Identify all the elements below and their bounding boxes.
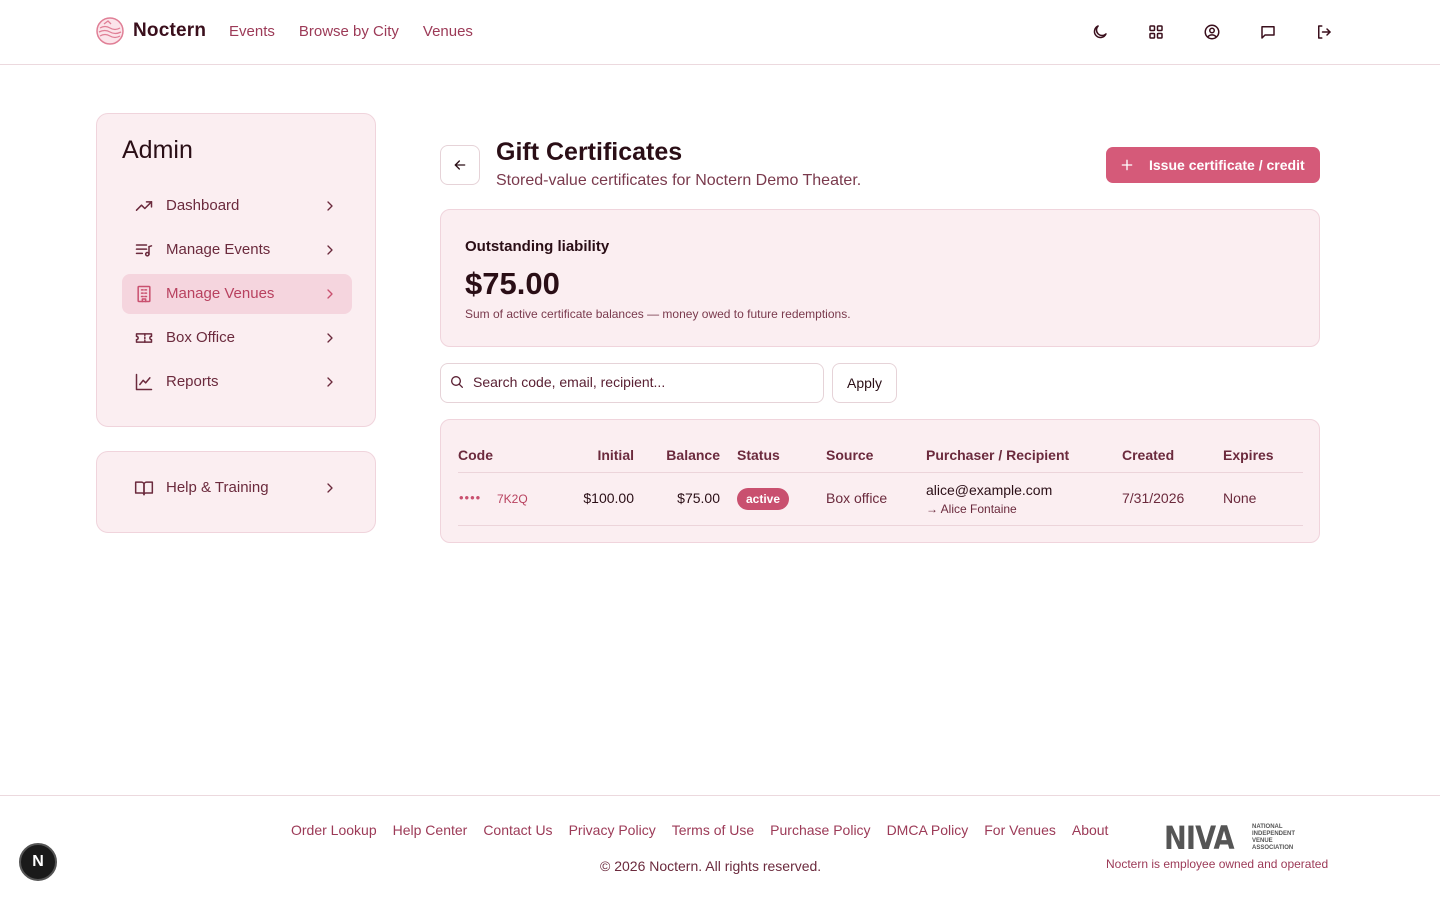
ticket-icon <box>134 328 154 348</box>
user-circle-icon[interactable] <box>1200 20 1224 44</box>
chevron-right-icon <box>322 198 338 214</box>
footer-link-purchase-policy[interactable]: Purchase Policy <box>770 822 870 838</box>
footer-link-about[interactable]: About <box>1072 822 1109 838</box>
chevron-right-icon <box>322 480 338 496</box>
building-icon <box>134 284 154 304</box>
footer-link-dmca-policy[interactable]: DMCA Policy <box>887 822 969 838</box>
main-nav: Events Browse by City Venues <box>229 23 473 40</box>
admin-sidebar: Admin Dashboard Manage Events Manage Ven… <box>96 113 376 427</box>
sidebar-item-label: Manage Venues <box>166 285 275 302</box>
brand-link[interactable]: Noctern <box>96 17 206 45</box>
header-divider <box>458 472 1303 473</box>
expires-value: None <box>1223 490 1257 506</box>
copyright: © 2026 Noctern. All rights reserved. <box>600 858 822 874</box>
sidebar-item-reports[interactable]: Reports <box>122 362 352 402</box>
page-subtitle: Stored-value certificates for Noctern De… <box>496 172 862 189</box>
source-value: Box office <box>826 490 888 506</box>
certificates-table: Code Initial Balance Status Source Purch… <box>440 419 1320 543</box>
brand-name: Noctern <box>133 20 207 41</box>
footer-link-privacy-policy[interactable]: Privacy Policy <box>569 822 656 838</box>
chevron-right-icon <box>322 242 338 258</box>
footer-link-help-center[interactable]: Help Center <box>393 822 468 838</box>
column-header-code: Code <box>458 447 493 463</box>
niva-fullname: NATIONAL INDEPENDENT VENUE ASSOCIATION <box>1252 824 1296 851</box>
nav-browse-by-city[interactable]: Browse by City <box>299 23 399 40</box>
sidebar-item-label: Reports <box>166 373 219 390</box>
sidebar-title: Admin <box>122 136 193 164</box>
column-header-status: Status <box>737 447 780 463</box>
employee-owned-tagline: Noctern is employee owned and operated <box>1106 857 1329 871</box>
niva-wordmark: NIVA <box>1164 819 1235 857</box>
page-title: Gift Certificates <box>496 138 683 166</box>
balance-value: $75.00 <box>677 490 720 506</box>
liability-label: Outstanding liability <box>465 238 610 255</box>
trending-up-icon <box>134 196 154 216</box>
book-icon <box>134 478 154 498</box>
sidebar-item-label: Help & Training <box>166 479 269 496</box>
chevron-right-icon <box>322 330 338 346</box>
footer-links: Order Lookup Help Center Contact Us Priv… <box>291 822 1108 838</box>
column-header-initial: Initial <box>597 447 634 463</box>
sidebar-item-label: Box Office <box>166 329 235 346</box>
top-navbar: Noctern Events Browse by City Venues <box>0 0 1440 65</box>
footer-link-for-venues[interactable]: For Venues <box>984 822 1056 838</box>
search-input[interactable] <box>473 374 813 390</box>
created-date: 7/31/2026 <box>1122 490 1185 506</box>
plus-icon <box>1119 157 1135 173</box>
sidebar-item-box-office[interactable]: Box Office <box>122 318 352 358</box>
list-music-icon <box>134 240 154 260</box>
sidebar-item-dashboard[interactable]: Dashboard <box>122 186 352 226</box>
apply-button[interactable]: Apply <box>832 363 897 403</box>
sidebar-item-manage-events[interactable]: Manage Events <box>122 230 352 270</box>
footer-link-terms-of-use[interactable]: Terms of Use <box>672 822 754 838</box>
help-sidebar: Help & Training <box>96 451 376 533</box>
liability-note: Sum of active certificate balances — mon… <box>465 307 851 321</box>
brand-logo-icon <box>96 17 124 45</box>
footer: Order Lookup Help Center Contact Us Priv… <box>0 795 1440 900</box>
liability-amount: $75.00 <box>465 266 560 301</box>
sidebar-item-help-training[interactable]: Help & Training <box>122 468 352 508</box>
nav-venues[interactable]: Venues <box>423 23 473 40</box>
logout-icon[interactable] <box>1312 20 1336 44</box>
masked-code: •••• <box>459 490 482 505</box>
chevron-right-icon <box>322 374 338 390</box>
footer-link-contact-us[interactable]: Contact Us <box>483 822 552 838</box>
grid-icon[interactable] <box>1144 20 1168 44</box>
header-actions <box>1088 20 1336 44</box>
column-header-balance: Balance <box>666 447 720 463</box>
arrow-left-icon <box>454 160 466 170</box>
search-icon <box>449 374 467 392</box>
column-header-created: Created <box>1122 447 1175 463</box>
back-button[interactable] <box>440 145 480 185</box>
line-chart-icon <box>134 372 154 392</box>
issue-certificate-button[interactable]: Issue certificate / credit <box>1106 147 1320 183</box>
column-header-purchaser-recipient: Purchaser / Recipient <box>926 447 1070 463</box>
dev-tools-badge[interactable]: N <box>19 843 57 881</box>
code-suffix[interactable]: 7K2Q <box>497 492 528 506</box>
recipient-name: → Alice Fontaine <box>926 502 1017 516</box>
initial-value: $100.00 <box>583 490 634 506</box>
search-field <box>440 363 824 403</box>
niva-logo[interactable]: NIVA NATIONAL INDEPENDENT VENUE ASSOCIAT… <box>1164 822 1300 854</box>
sidebar-item-label: Manage Events <box>166 241 271 258</box>
status-badge: active <box>737 488 790 510</box>
nav-events[interactable]: Events <box>229 23 275 40</box>
column-header-source: Source <box>826 447 874 463</box>
sidebar-item-manage-venues[interactable]: Manage Venues <box>122 274 352 314</box>
sidebar-item-label: Dashboard <box>166 197 240 214</box>
purchaser-email: alice@example.com <box>926 482 1053 498</box>
message-icon[interactable] <box>1256 20 1280 44</box>
liability-card: Outstanding liability $75.00 Sum of acti… <box>440 209 1320 347</box>
column-header-expires: Expires <box>1223 447 1274 463</box>
row-divider <box>458 525 1303 526</box>
chevron-right-icon <box>322 286 338 302</box>
issue-certificate-label: Issue certificate / credit <box>1149 157 1305 173</box>
moon-icon[interactable] <box>1088 20 1112 44</box>
footer-link-order-lookup[interactable]: Order Lookup <box>291 822 377 838</box>
